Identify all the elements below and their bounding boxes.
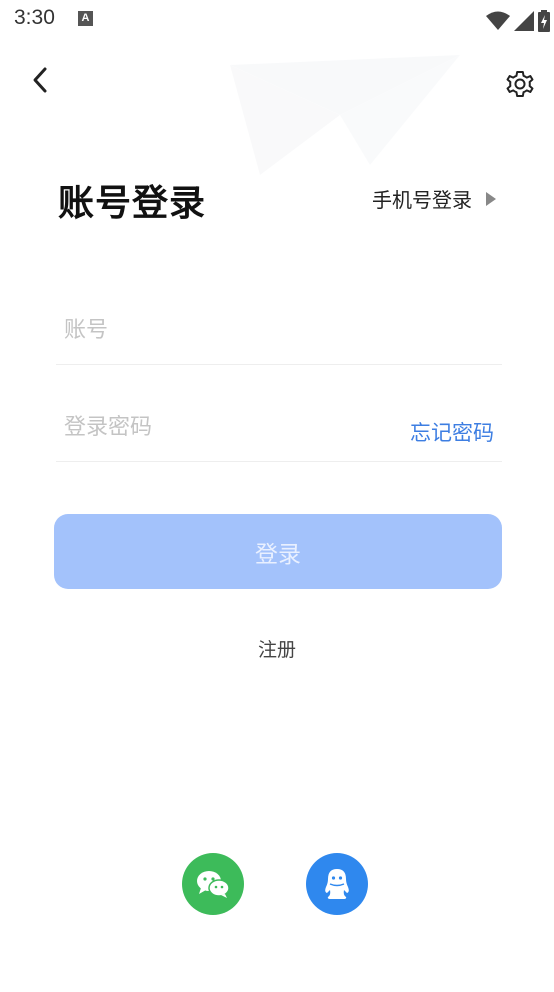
- register-link[interactable]: 注册: [258, 639, 296, 661]
- qq-icon: [325, 869, 349, 899]
- cellular-signal-icon: [514, 11, 534, 31]
- triangle-right-icon: [486, 191, 496, 206]
- gear-icon: [506, 70, 534, 98]
- chevron-left-icon: [33, 67, 47, 93]
- status-time: 3:30: [14, 6, 55, 29]
- register-container: 注册: [0, 635, 554, 662]
- wifi-icon: [486, 11, 510, 30]
- phone-login-link[interactable]: 手机号登录: [372, 184, 496, 213]
- phone-login-label: 手机号登录: [372, 188, 472, 212]
- paper-plane-watermark: [230, 55, 460, 175]
- back-button[interactable]: [22, 60, 58, 100]
- login-button[interactable]: 登录: [54, 514, 502, 589]
- page-title: 账号登录: [58, 183, 207, 224]
- wechat-icon: [197, 871, 230, 898]
- password-field: 忘记密码: [56, 391, 502, 462]
- status-bar: 3:30 A: [0, 0, 554, 44]
- status-icons: [486, 9, 550, 33]
- settings-button[interactable]: [500, 64, 540, 104]
- password-input[interactable]: [56, 407, 364, 447]
- notification-a-icon: A: [78, 11, 93, 26]
- wechat-login-button[interactable]: [182, 853, 244, 915]
- qq-login-button[interactable]: [306, 853, 368, 915]
- forgot-password-link[interactable]: 忘记密码: [410, 417, 494, 447]
- account-field: [56, 294, 502, 365]
- account-input[interactable]: [56, 310, 364, 350]
- battery-charging-icon: [538, 10, 550, 32]
- login-screen: 3:30 A 账号登录 手机号登录 账号 忘记密码 登录 注册: [0, 0, 554, 992]
